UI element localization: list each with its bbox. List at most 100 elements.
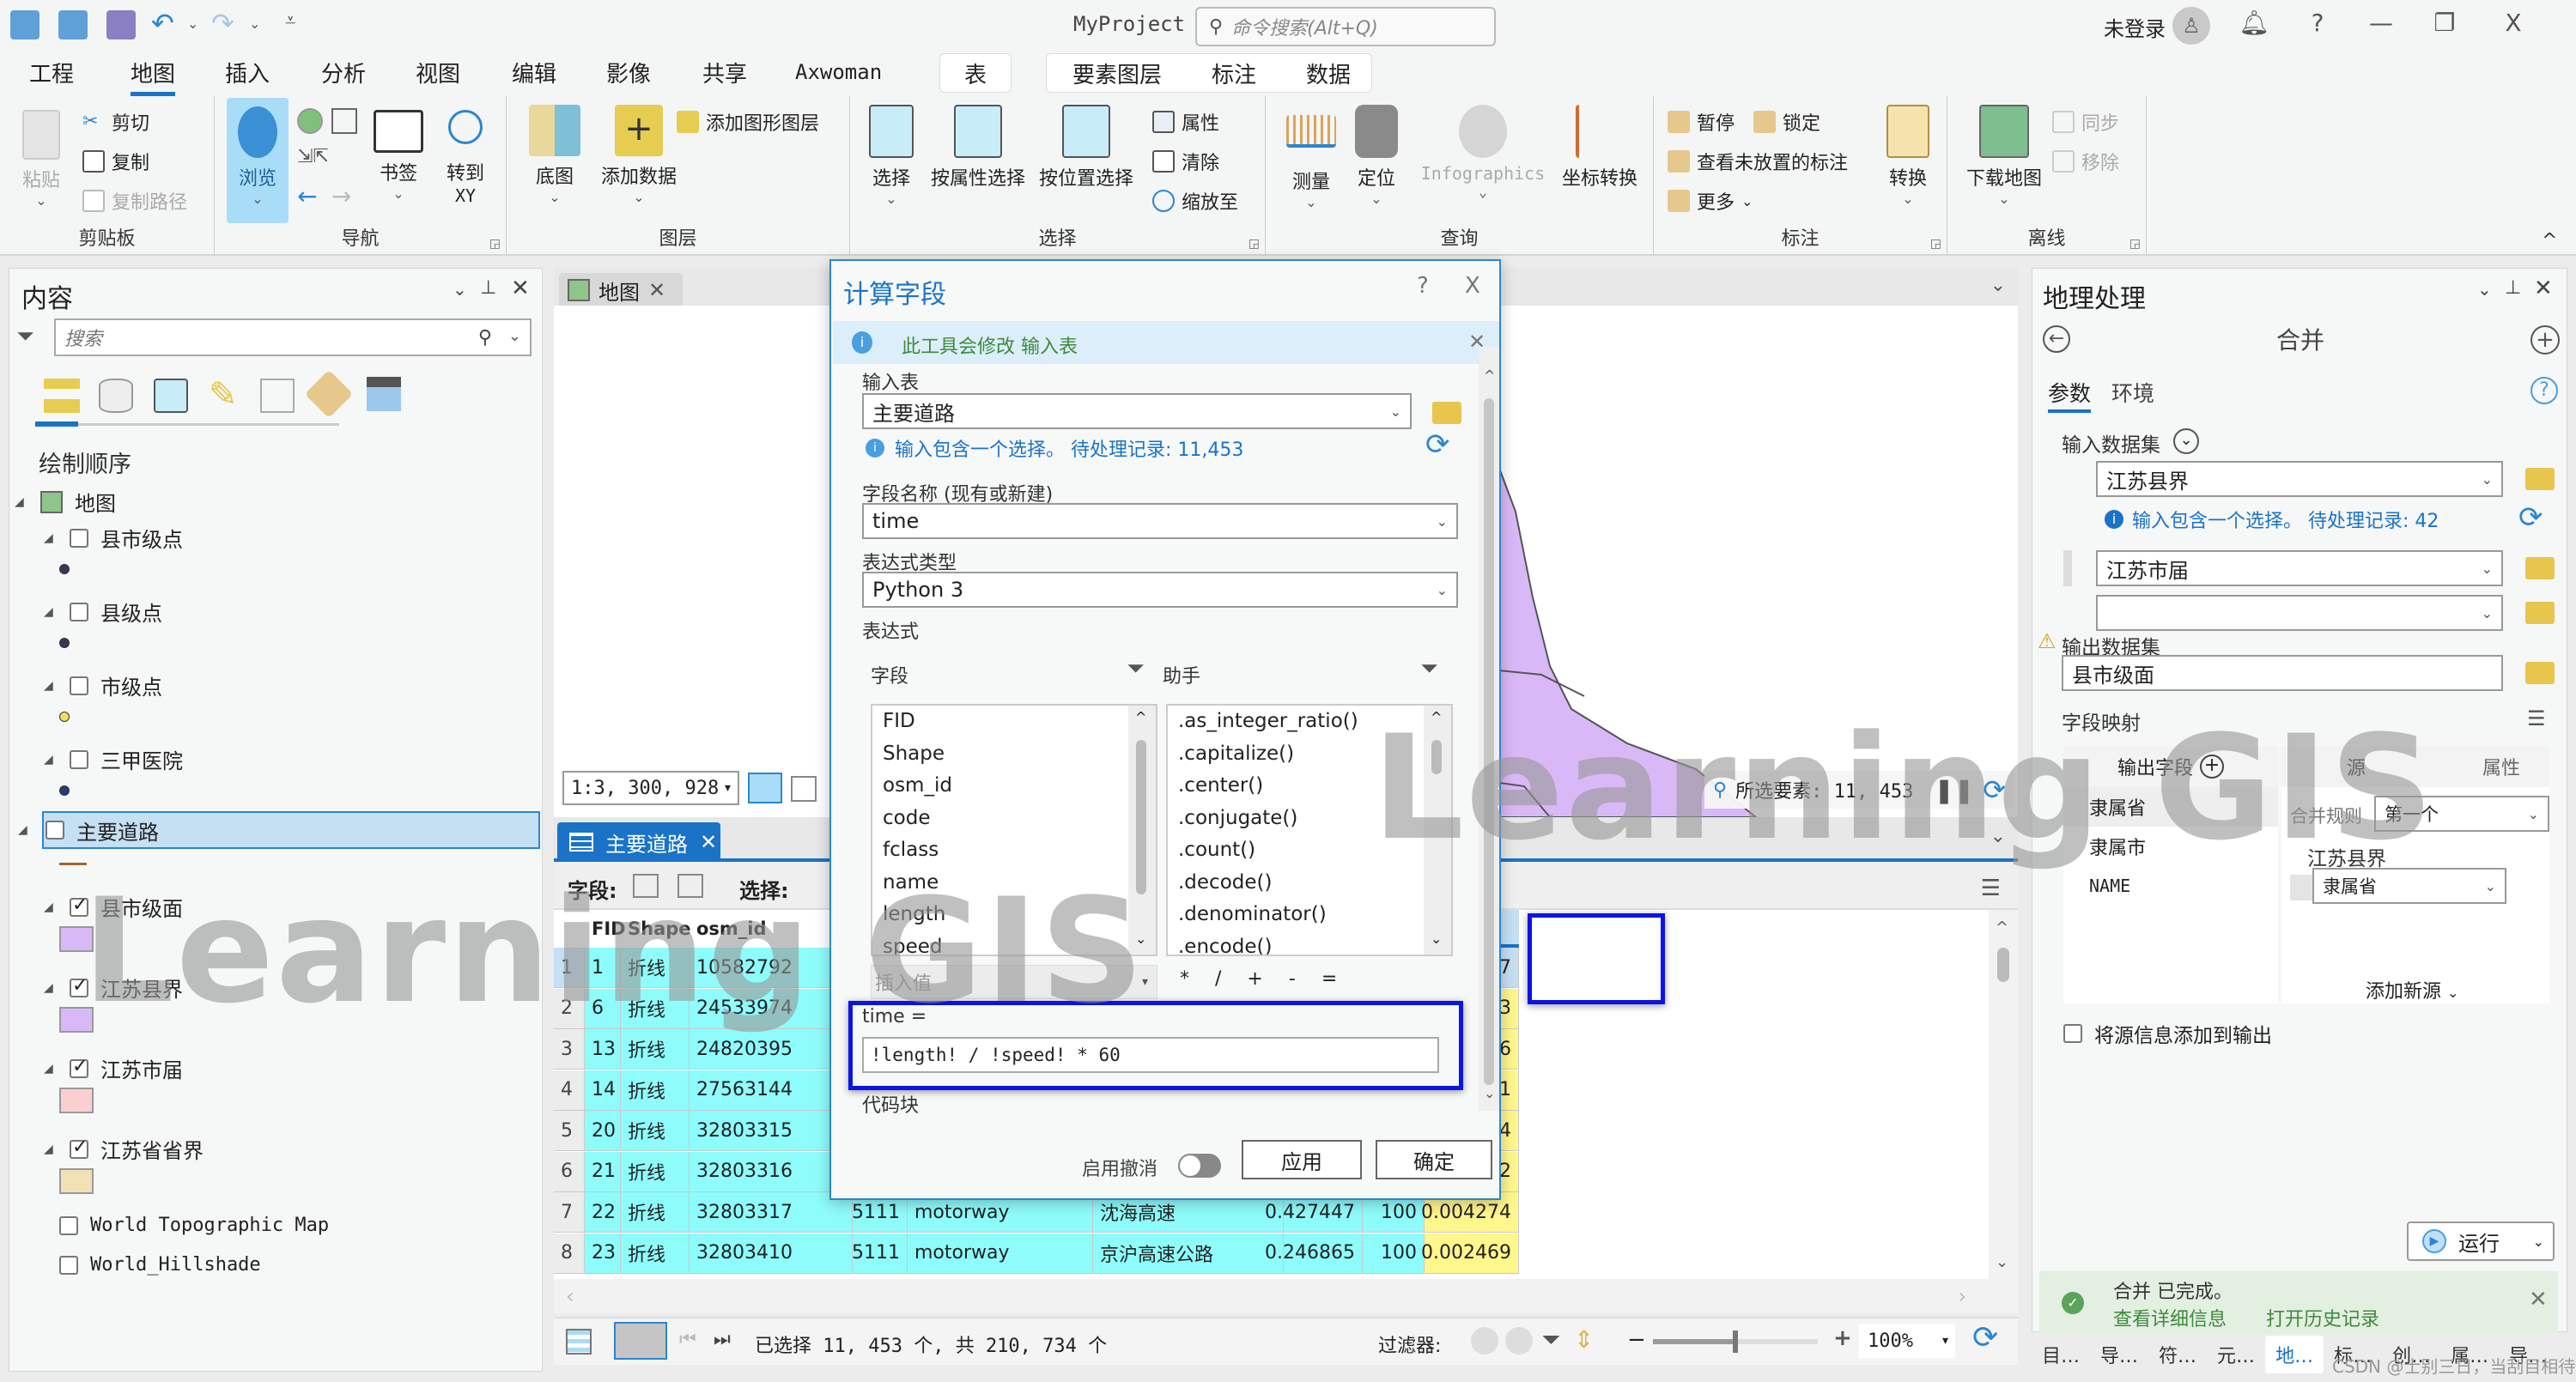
close-tab-icon[interactable]: ✕	[700, 830, 717, 854]
table-grid-icon[interactable]	[791, 776, 817, 802]
chevron-down-icon[interactable]: ⌄	[508, 327, 521, 345]
map-scale-input[interactable]: 1:3, 300, 928 ▾	[562, 771, 739, 805]
dialog-launcher-icon[interactable]: ◲	[1249, 237, 1260, 251]
sync-button[interactable]: 同步	[2052, 108, 2119, 136]
filter-icon[interactable]: ⏷	[16, 324, 34, 350]
apply-button[interactable]: 应用	[1242, 1140, 1362, 1179]
operator-button[interactable]: =	[1321, 968, 1337, 990]
table-menu-icon[interactable]: ☰	[1981, 876, 2001, 901]
table-vertical-scrollbar[interactable]: ^ ⌄	[1989, 910, 2018, 1279]
source-field-select[interactable]: 隶属省 ⌄	[2312, 868, 2506, 904]
table-cell-row[interactable]: 7	[554, 1192, 585, 1233]
expand-icon[interactable]: ◢	[44, 679, 58, 693]
expand-icon[interactable]: ◢	[44, 605, 58, 619]
table-cell-speed[interactable]: 100	[1363, 1233, 1425, 1274]
download-map-button[interactable]: 下载地图 ⌄	[1961, 105, 2047, 207]
table-cell-fid[interactable]: 22	[585, 1192, 621, 1233]
range-filter-icon[interactable]	[1505, 1327, 1533, 1355]
tab-insert[interactable]: 插入	[225, 57, 270, 88]
zoom-to-selection-button[interactable]: 缩放至	[1152, 187, 1238, 215]
basemap-visibility-checkbox[interactable]	[59, 1215, 78, 1235]
table-cell-row[interactable]: 8	[554, 1233, 585, 1274]
table-cell-osm_id[interactable]: 10582792	[690, 948, 853, 988]
browse-folder-icon[interactable]	[2525, 557, 2555, 579]
layer-item[interactable]: ◢ 三甲医院	[44, 744, 183, 774]
table-zoom-slider[interactable]	[1653, 1330, 1818, 1353]
show-all-records-icon[interactable]	[566, 1329, 592, 1355]
scroll-down-icon[interactable]: ⌄	[1484, 1085, 1495, 1101]
infographics-button[interactable]: Infographics ⌄	[1410, 105, 1556, 200]
basemap-item[interactable]: World Topographic Map	[59, 1215, 329, 1236]
operator-button[interactable]: /	[1215, 968, 1221, 990]
layer-visibility-checkbox[interactable]	[70, 894, 88, 917]
attributes-button[interactable]: 属性	[1152, 108, 1219, 136]
locate-button[interactable]: 定位 ⌄	[1348, 105, 1405, 207]
scrollbar-thumb[interactable]	[1431, 740, 1442, 774]
operator-button[interactable]: +	[1247, 968, 1262, 990]
list-by-selection-icon[interactable]	[154, 379, 188, 413]
expand-icon[interactable]: ◢	[44, 753, 58, 767]
field-name-select[interactable]: time ⌄	[862, 503, 1458, 539]
zoom-out-icon[interactable]: −	[1627, 1327, 1646, 1353]
list-by-source-icon[interactable]	[99, 379, 133, 413]
helper-list-item[interactable]: .capitalize()	[1168, 738, 1451, 771]
dock-tab[interactable]: 目…	[2032, 1336, 2090, 1373]
lock-labeling-button[interactable]: 锁定	[1753, 108, 1820, 136]
time-filter-icon[interactable]	[1471, 1327, 1498, 1355]
previous-extent-icon[interactable]: ←	[297, 182, 317, 210]
table-cell-row[interactable]: 4	[554, 1070, 585, 1111]
views-dropdown-icon[interactable]: ⌄	[1990, 275, 2006, 296]
expand-icon[interactable]: ◢	[44, 981, 58, 995]
helper-list-item[interactable]: .denominator()	[1168, 899, 1451, 931]
dock-tab[interactable]: 元…	[2207, 1336, 2265, 1373]
input-dataset-1[interactable]: 江苏县界 ⌄	[2096, 461, 2503, 497]
table-cell-row[interactable]: 2	[554, 988, 585, 1029]
help-icon[interactable]: ?	[2530, 377, 2558, 404]
enable-undo-toggle[interactable]	[1178, 1154, 1221, 1178]
tab-table[interactable]: 表	[939, 53, 1012, 93]
chevron-down-icon[interactable]: ⌄	[2533, 1233, 2544, 1250]
expand-icon[interactable]: ◢	[44, 1062, 58, 1076]
redo-icon[interactable]: ↷	[211, 7, 234, 39]
scroll-up-icon[interactable]: ^	[1484, 367, 1495, 384]
panel-options-icon[interactable]: ⌄	[2477, 279, 2492, 300]
minimize-button[interactable]: —	[2360, 9, 2403, 37]
layer-visibility-checkbox[interactable]	[70, 1056, 88, 1078]
close-window-button[interactable]: X	[2492, 9, 2535, 37]
tab-imagery[interactable]: 影像	[606, 57, 651, 88]
table-cell-osm_id[interactable]: 32803315	[690, 1111, 853, 1151]
layer-visibility-checkbox[interactable]	[70, 676, 88, 695]
table-cell-row[interactable]: 1	[554, 948, 585, 988]
chevron-down-icon[interactable]: ▾	[725, 781, 731, 795]
tab-source[interactable]: 源	[2347, 753, 2366, 780]
layer-item[interactable]: ◢ 江苏县界	[44, 973, 183, 1003]
tab-properties[interactable]: 属性	[2482, 753, 2520, 780]
layer-visibility-checkbox[interactable]	[70, 528, 88, 548]
refresh-icon[interactable]: ⟳	[1425, 427, 1450, 462]
sign-in-status[interactable]: 未登录	[2104, 12, 2166, 42]
scroll-up-icon[interactable]: ^	[1996, 918, 2008, 936]
table-cell-shape[interactable]: 折线	[621, 948, 690, 988]
first-record-icon[interactable]: ⏮	[679, 1329, 696, 1350]
scroll-down-icon[interactable]: ⌄	[1135, 930, 1146, 947]
list-by-labeling-icon[interactable]	[304, 369, 354, 419]
help-button[interactable]: ?	[2296, 9, 2339, 37]
zoom-to-selection-icon[interactable]	[331, 108, 357, 134]
expand-icon[interactable]: ◢	[15, 495, 28, 509]
helper-list-item[interactable]: .as_integer_ratio()	[1168, 706, 1451, 738]
tab-axwoman[interactable]: Axwoman	[795, 60, 882, 84]
scroll-down-icon[interactable]: ⌄	[1996, 1253, 2008, 1271]
new-project-icon[interactable]	[10, 10, 39, 39]
table-cell-osm_id[interactable]: 24820395	[690, 1029, 853, 1070]
redo-dropdown-icon[interactable]: ⌄	[249, 15, 260, 32]
user-avatar-icon[interactable]: ♙	[2172, 7, 2210, 45]
pin-icon[interactable]: ⊥	[480, 277, 496, 299]
browse-folder-icon[interactable]	[1432, 402, 1461, 424]
layer-item[interactable]: ◢ 江苏省省界	[44, 1134, 204, 1164]
customize-toolbar-icon[interactable]: ⩡	[285, 10, 295, 32]
add-field-icon[interactable]	[633, 874, 659, 898]
table-cell-osm_id[interactable]: 27563144	[690, 1070, 853, 1111]
table-cell-fid[interactable]: 1	[585, 948, 621, 988]
dialog-launcher-icon[interactable]: ◲	[489, 237, 501, 251]
browse-folder-icon[interactable]	[2525, 468, 2555, 490]
